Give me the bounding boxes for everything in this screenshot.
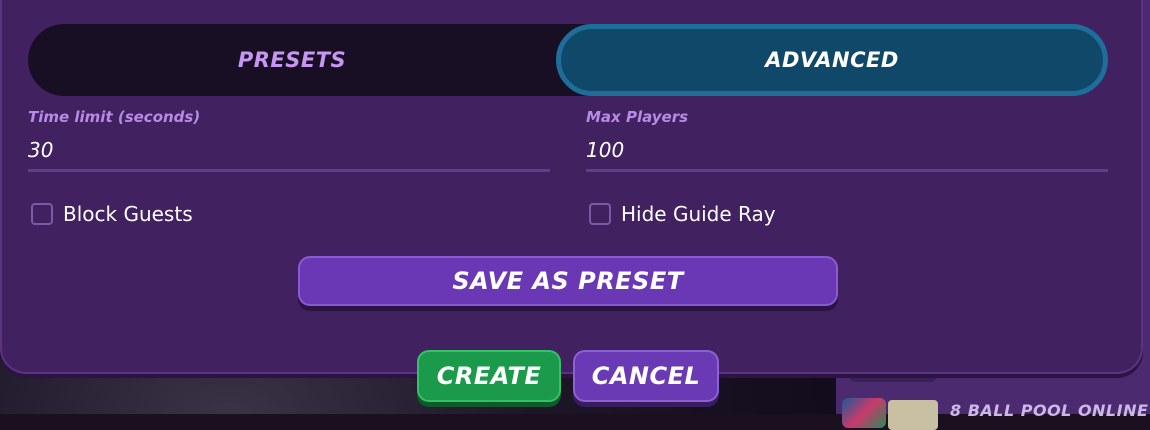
hide-guide-ray-label: Hide Guide Ray	[621, 202, 776, 226]
tab-presets[interactable]: PRESETS	[28, 24, 556, 96]
game-thumbnail-secondary	[888, 400, 938, 430]
block-guests-label: Block Guests	[63, 202, 193, 226]
hide-guide-ray-checkbox[interactable]	[589, 203, 611, 225]
create-button[interactable]: CREATE	[417, 350, 561, 402]
tab-advanced[interactable]: ADVANCED	[556, 24, 1108, 96]
block-guests-checkbox[interactable]	[31, 203, 53, 225]
game-thumbnail[interactable]	[842, 398, 886, 428]
game-title[interactable]: 8 BALL POOL ONLINE	[950, 401, 1148, 420]
cancel-button[interactable]: CANCEL	[573, 350, 719, 402]
max-players-input[interactable]	[586, 130, 1108, 172]
hide-guide-ray-option[interactable]: Hide Guide Ray	[589, 200, 776, 228]
block-guests-option[interactable]: Block Guests	[31, 200, 193, 228]
save-as-preset-button[interactable]: SAVE AS PRESET	[298, 256, 838, 306]
time-limit-label: Time limit (seconds)	[28, 108, 201, 126]
settings-tabs: PRESETS ADVANCED	[28, 24, 1108, 96]
max-players-label: Max Players	[586, 108, 689, 126]
time-limit-input[interactable]	[28, 130, 550, 172]
